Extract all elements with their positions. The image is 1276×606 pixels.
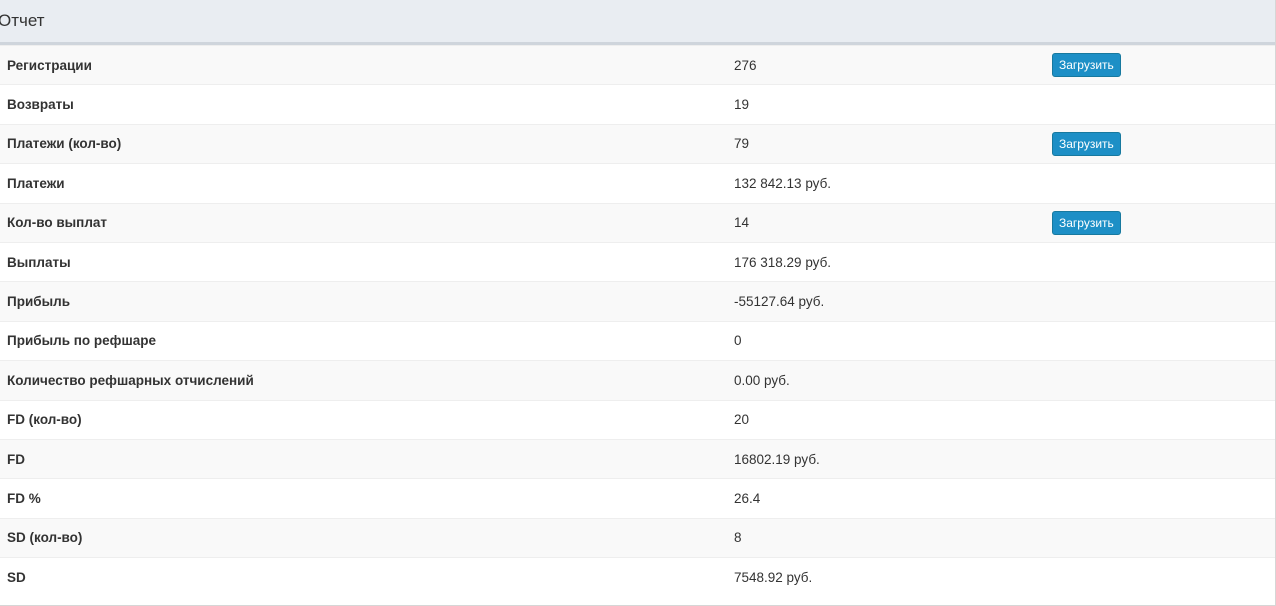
row-label: Платежи (кол-во) [0,123,727,164]
report-row-revshare-deductions: Количество рефшарных отчислений 0.00 руб… [0,360,1275,401]
row-value: 7548.92 руб. [727,557,1046,597]
row-action-cell [1046,281,1275,322]
row-action-cell: Загрузить [1046,202,1275,243]
report-row-payouts-count: Кол-во выплат 14 Загрузить [0,202,1275,243]
report-row-sd: SD 7548.92 руб. [0,557,1275,597]
row-action-cell [1046,557,1275,597]
report-row-payments-count: Платежи (кол-во) 79 Загрузить [0,123,1275,164]
row-label: Выплаты [0,241,727,282]
row-action-cell [1046,163,1275,204]
row-value: -55127.64 руб. [727,281,1046,322]
row-label: Количество рефшарных отчислений [0,360,727,401]
row-label: FD [0,438,727,479]
row-label: FD % [0,478,727,519]
report-row-fd-count: FD (кол-во) 20 [0,399,1275,440]
row-action-cell: Загрузить [1046,123,1275,164]
row-value: 0 [727,320,1046,361]
row-label: Кол-во выплат [0,202,727,243]
row-label: Возвраты [0,84,727,125]
panel-heading: Отчет [0,0,1275,45]
row-value: 16802.19 руб. [727,438,1046,479]
row-action-cell [1046,320,1275,361]
row-value: 276 [727,44,1046,85]
report-row-payouts: Выплаты 176 318.29 руб. [0,241,1275,282]
row-value: 132 842.13 руб. [727,163,1046,204]
row-value: 14 [727,202,1046,243]
row-value: 19 [727,84,1046,125]
load-registrations-button[interactable]: Загрузить [1052,53,1121,78]
row-value: 26.4 [727,478,1046,519]
report-row-fd: FD 16802.19 руб. [0,438,1275,479]
row-value: 8 [727,517,1046,558]
row-action-cell [1046,360,1275,401]
row-action-cell [1046,84,1275,125]
row-label: Регистрации [0,44,727,85]
row-label: Платежи [0,163,727,204]
row-action-cell [1046,399,1275,440]
row-label: Прибыль по рефшаре [0,320,727,361]
report-row-refunds: Возвраты 19 [0,84,1275,125]
report-row-registrations: Регистрации 276 Загрузить [0,44,1275,85]
row-action-cell [1046,517,1275,558]
row-value: 79 [727,123,1046,164]
row-label: Прибыль [0,281,727,322]
report-row-profit: Прибыль -55127.64 руб. [0,281,1275,322]
panel-title: Отчет [0,11,45,30]
report-row-payments: Платежи 132 842.13 руб. [0,163,1275,204]
report-row-fd-percent: FD % 26.4 [0,478,1275,519]
row-action-cell [1046,478,1275,519]
report-row-revshare-profit: Прибыль по рефшаре 0 [0,320,1275,361]
row-action-cell [1046,438,1275,479]
load-payments-button[interactable]: Загрузить [1052,131,1121,156]
row-label: SD [0,557,727,597]
row-label: FD (кол-во) [0,399,727,440]
row-value: 20 [727,399,1046,440]
load-payouts-button[interactable]: Загрузить [1052,210,1121,235]
row-value: 176 318.29 руб. [727,241,1046,282]
row-action-cell [1046,241,1275,282]
row-label: SD (кол-во) [0,517,727,558]
report-table: Регистрации 276 Загрузить Возвраты 19 Пл… [0,44,1275,597]
row-action-cell: Загрузить [1046,44,1275,85]
row-value: 0.00 руб. [727,360,1046,401]
report-panel: Отчет Регистрации 276 Загрузить Возвраты… [0,0,1276,606]
report-row-sd-count: SD (кол-во) 8 [0,517,1275,558]
